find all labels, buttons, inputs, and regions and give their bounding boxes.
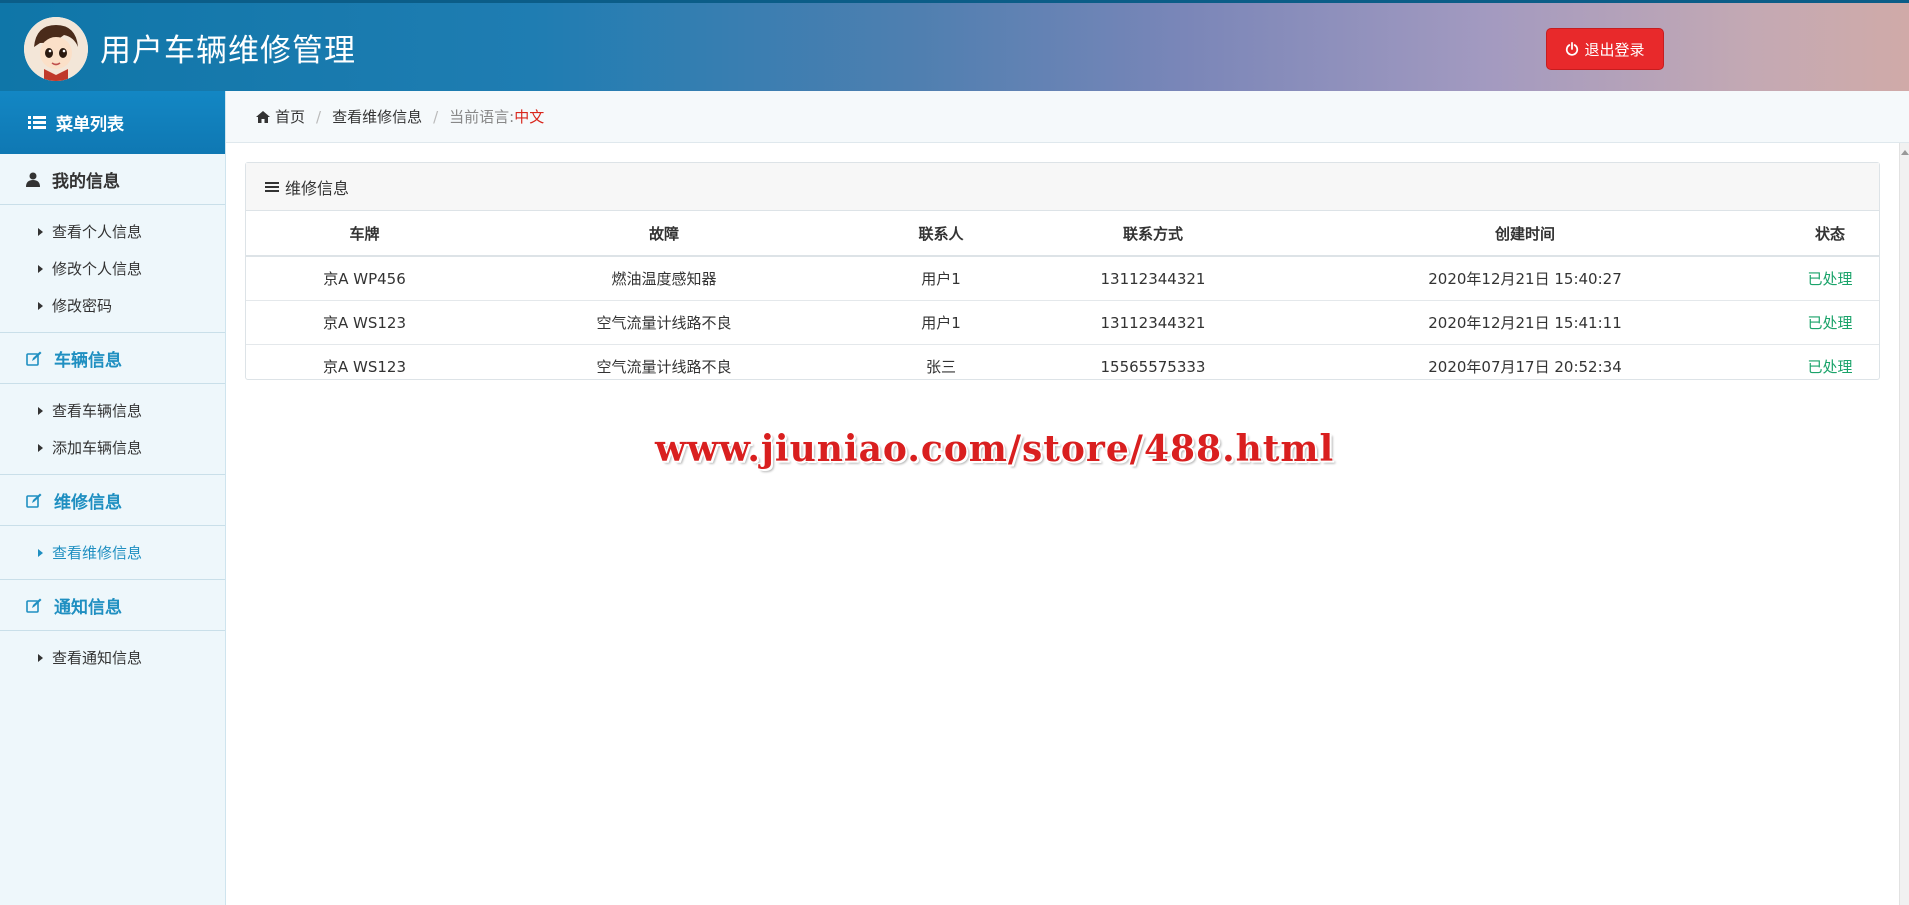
sidebar-item-view-profile[interactable]: 查看个人信息: [0, 213, 225, 250]
sidebar-item-label: 查看个人信息: [52, 223, 143, 241]
column-header: 联系方式: [1037, 211, 1269, 257]
column-header: 状态: [1781, 211, 1879, 257]
logout-label: 退出登录: [1584, 40, 1645, 59]
sidebar-item-label: 查看车辆信息: [52, 402, 143, 420]
repair-info-panel: 维修信息 车牌 故障 联系人 联系方式 创建时间 状态 京A WP456 燃油温…: [245, 162, 1880, 380]
table-header-row: 车牌 故障 联系人 联系方式 创建时间 状态: [246, 211, 1879, 257]
caret-right-icon: [38, 406, 43, 415]
cell-fault: 燃油温度感知器: [483, 256, 845, 301]
sidebar-group-label: 维修信息: [54, 492, 122, 513]
caret-right-icon: [38, 227, 43, 236]
table-row: 京A WS123 空气流量计线路不良 用户1 13112344321 2020年…: [246, 300, 1879, 345]
sidebar-item-view-repair[interactable]: 查看维修信息: [0, 534, 225, 571]
sidebar-item-label: 查看维修信息: [52, 544, 143, 562]
sidebar-item-label: 修改密码: [52, 297, 113, 315]
sidebar-sublist-my-info: 查看个人信息 修改个人信息 修改密码: [0, 205, 225, 332]
panel-title: 维修信息: [285, 178, 350, 198]
cell-contact: 张三: [925, 358, 956, 376]
avatar-cartoon-icon: [24, 17, 88, 81]
bars-icon: [265, 181, 279, 192]
cell-plate: 京A WS123: [322, 358, 406, 376]
sidebar-group-notice-info[interactable]: 通知信息: [0, 579, 225, 631]
cell-contact: 用户1: [845, 256, 1037, 301]
sidebar-item-view-notice[interactable]: 查看通知信息: [0, 639, 225, 676]
sidebar-group-label: 通知信息: [54, 597, 122, 618]
app-header: 用户车辆维修管理 退出登录: [0, 0, 1909, 91]
cell-created: 2020年07月17日 20:52:34: [1428, 358, 1622, 376]
scroll-up-arrow-icon[interactable]: [1901, 150, 1909, 155]
caret-right-icon: [38, 443, 43, 452]
column-header: 故障: [483, 211, 845, 257]
cell-phone: 13112344321: [1037, 300, 1269, 345]
sidebar-item-edit-profile[interactable]: 修改个人信息: [0, 250, 225, 287]
logout-button[interactable]: 退出登录: [1546, 28, 1664, 70]
column-header: 创建时间: [1269, 211, 1781, 257]
breadcrumb-separator: /: [433, 107, 439, 126]
breadcrumb-language-label: 当前语言:: [449, 108, 515, 126]
home-icon: [256, 110, 270, 123]
cell-status: 已处理: [1781, 256, 1879, 301]
breadcrumb-separator: /: [316, 107, 322, 126]
power-icon: [1566, 42, 1579, 56]
sidebar-sublist-vehicle-info: 查看车辆信息 添加车辆信息: [0, 384, 225, 474]
sidebar-group-my-info[interactable]: 我的信息: [0, 154, 225, 205]
sidebar-item-label: 查看通知信息: [52, 649, 143, 667]
sidebar-sublist-repair-info: 查看维修信息: [0, 526, 225, 579]
table-row: 京A WP456 燃油温度感知器 用户1 13112344321 2020年12…: [246, 256, 1879, 301]
sidebar-group-label: 我的信息: [52, 171, 120, 192]
sidebar-item-view-vehicle[interactable]: 查看车辆信息: [0, 392, 225, 429]
vertical-scrollbar[interactable]: [1899, 143, 1909, 905]
sidebar-sublist-notice-info: 查看通知信息: [0, 631, 225, 684]
cell-plate: 京A WP456: [246, 256, 483, 301]
app-title: 用户车辆维修管理: [100, 33, 356, 69]
sidebar-group-label: 车辆信息: [54, 350, 122, 371]
cell-phone: 15565575333: [1100, 357, 1206, 376]
caret-right-icon: [38, 301, 43, 310]
repair-table: 车牌 故障 联系人 联系方式 创建时间 状态 京A WP456 燃油温度感知器 …: [246, 211, 1879, 388]
breadcrumb: 首页 / 查看维修信息 / 当前语言: 中文: [226, 91, 1909, 143]
caret-right-icon: [38, 653, 43, 662]
cell-phone: 13112344321: [1037, 256, 1269, 301]
watermark-text: www.jiuniao.com/store/488.html: [655, 428, 1335, 470]
sidebar-item-change-password[interactable]: 修改密码: [0, 287, 225, 324]
cell-status: 已处理: [1807, 358, 1853, 376]
edit-icon: [26, 493, 42, 508]
sidebar-item-add-vehicle[interactable]: 添加车辆信息: [0, 429, 225, 466]
table-row: 京A WS123 空气流量计线路不良 张三 15565575333 2020年0…: [246, 345, 1879, 389]
user-avatar[interactable]: [24, 17, 88, 81]
breadcrumb-current[interactable]: 查看维修信息: [332, 106, 422, 127]
cell-contact: 用户1: [845, 300, 1037, 345]
menu-list-header: 菜单列表: [0, 91, 225, 154]
sidebar-item-label: 修改个人信息: [52, 260, 143, 278]
sidebar: 菜单列表 我的信息 查看个人信息 修改个人信息 修改密码 车辆信息 查看车辆信息…: [0, 91, 226, 905]
caret-right-icon: [38, 264, 43, 273]
cell-fault: 空气流量计线路不良: [483, 300, 845, 345]
breadcrumb-home-link[interactable]: 首页: [275, 106, 305, 127]
cell-created: 2020年12月21日 15:41:11: [1269, 300, 1781, 345]
list-icon: [28, 116, 46, 129]
column-header: 联系人: [845, 211, 1037, 257]
breadcrumb-language-value[interactable]: 中文: [514, 106, 544, 127]
menu-list-title: 菜单列表: [56, 115, 124, 135]
user-icon: [26, 172, 40, 187]
panel-header: 维修信息: [246, 163, 1879, 211]
caret-right-icon: [38, 548, 43, 557]
edit-icon: [26, 598, 42, 613]
column-header: 车牌: [246, 211, 483, 257]
edit-icon: [26, 351, 42, 366]
sidebar-group-vehicle-info[interactable]: 车辆信息: [0, 332, 225, 384]
cell-fault: 空气流量计线路不良: [596, 358, 732, 376]
cell-created: 2020年12月21日 15:40:27: [1269, 256, 1781, 301]
sidebar-item-label: 添加车辆信息: [52, 439, 143, 457]
sidebar-group-repair-info[interactable]: 维修信息: [0, 474, 225, 526]
cell-plate: 京A WS123: [246, 300, 483, 345]
cell-status: 已处理: [1781, 300, 1879, 345]
